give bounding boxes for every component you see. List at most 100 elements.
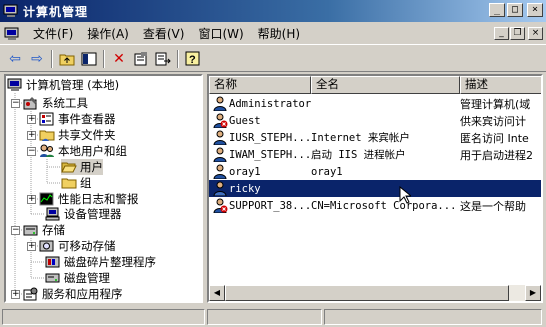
window-title: 计算机管理 <box>23 4 89 19</box>
maximize-button[interactable]: □ <box>507 3 523 17</box>
close-button[interactable]: × <box>527 3 543 17</box>
tree-item-label: 可移动存储 <box>58 239 116 253</box>
expand-toggle[interactable]: + <box>27 195 36 204</box>
local-users-groups-icon <box>39 144 55 158</box>
tree-item-label: 磁盘碎片整理程序 <box>64 255 156 269</box>
collapse-toggle[interactable]: − <box>27 147 36 156</box>
back-icon[interactable]: ⇦ <box>4 48 26 70</box>
status-panel <box>207 309 322 325</box>
table-row-selected[interactable]: ricky <box>209 180 541 197</box>
user-name: oray1 <box>229 165 261 178</box>
show-hide-tree-icon[interactable] <box>78 48 100 70</box>
device-manager-icon <box>45 207 61 221</box>
user-description: 供来宾访问计 <box>460 114 526 128</box>
mmc-document-icon[interactable] <box>4 27 20 41</box>
disk-management-icon <box>45 271 61 285</box>
tree-item-shared-folders[interactable]: 共享文件夹 <box>39 127 116 143</box>
tree-item-computer-management[interactable]: 计算机管理 (本地) <box>7 77 119 93</box>
disabled-user-icon <box>212 198 228 213</box>
tree-item-label: 系统工具 <box>42 96 88 110</box>
menu-file[interactable]: 文件(F) <box>26 25 80 42</box>
tree-item-storage[interactable]: 存储 <box>23 222 65 238</box>
tree-item-removable-storage[interactable]: 可移动存储 <box>39 238 116 254</box>
menu-bar: 文件(F) 操作(A) 查看(V) 窗口(W) 帮助(H) _ ❐ × <box>0 23 546 45</box>
tree-item-system-tools[interactable]: 系统工具 <box>23 95 88 111</box>
table-row[interactable]: Administrator 管理计算机(域 <box>209 95 541 112</box>
tree-item-label: 事件查看器 <box>58 112 116 126</box>
user-name: Guest <box>229 114 261 127</box>
tree-item-device-manager[interactable]: 设备管理器 <box>45 206 122 222</box>
table-row[interactable]: SUPPORT_38... CN=Microsoft Corpora... 这是… <box>209 197 541 214</box>
delete-icon[interactable]: ✕ <box>108 48 130 70</box>
user-full-name: Internet 来宾帐户 <box>311 132 410 144</box>
shared-folders-icon <box>39 128 55 142</box>
tree-item-groups[interactable]: 组 <box>61 175 92 191</box>
tree-item-label: 共享文件夹 <box>58 128 116 142</box>
console-tree[interactable]: 计算机管理 (本地) − 系统工具 + 事件查看器 + 共享文件夹 − 本地用户… <box>4 74 203 303</box>
menu-help[interactable]: 帮助(H) <box>251 25 307 42</box>
tree-item-event-viewer[interactable]: 事件查看器 <box>39 111 116 127</box>
user-list-view[interactable]: 名称 全名 描述 Administrator 管理计算机(域 Guest 供来宾… <box>207 74 543 303</box>
tree-item-label: 磁盘管理 <box>64 271 110 285</box>
help-icon[interactable]: ? <box>182 48 204 70</box>
list-header: 名称 全名 描述 <box>209 76 541 94</box>
user-name: ricky <box>229 182 261 195</box>
tree-item-users[interactable]: 用户 <box>61 159 103 175</box>
menu-window[interactable]: 窗口(W) <box>191 25 250 42</box>
export-list-icon[interactable] <box>152 48 174 70</box>
user-name: IUSR_STEPH... <box>229 131 311 144</box>
column-header-description[interactable]: 描述 <box>460 76 541 94</box>
scroll-right-button[interactable]: ▶ <box>525 285 541 301</box>
minimize-button[interactable]: _ <box>489 3 505 17</box>
user-name: IWAM_STEPH... <box>229 148 311 161</box>
horizontal-scrollbar[interactable]: ◀ ▶ <box>209 285 541 301</box>
tree-item-services-applications[interactable]: 服务和应用程序 <box>23 286 123 301</box>
tree-item-disk-defragmenter[interactable]: 磁盘碎片整理程序 <box>45 254 156 270</box>
column-header-full-name[interactable]: 全名 <box>311 76 460 94</box>
expand-toggle[interactable]: + <box>27 242 36 251</box>
scroll-left-button[interactable]: ◀ <box>209 285 225 301</box>
event-viewer-icon <box>39 112 55 126</box>
user-full-name: CN=Microsoft Corpora... <box>311 199 457 212</box>
toolbar-separator <box>177 49 179 68</box>
user-description: 匿名访问 Inte <box>460 131 529 145</box>
expand-toggle[interactable]: + <box>11 290 20 299</box>
mouse-cursor-icon <box>399 186 411 204</box>
user-description: 这是一个帮助 <box>460 199 526 213</box>
table-row[interactable]: Guest 供来宾访问计 <box>209 112 541 129</box>
menu-view[interactable]: 查看(V) <box>136 25 192 42</box>
mdi-restore-button[interactable]: ❐ <box>510 27 525 40</box>
collapse-toggle[interactable]: − <box>11 226 20 235</box>
tree-item-label: 本地用户和组 <box>58 144 127 158</box>
tree-item-local-users-groups[interactable]: 本地用户和组 <box>39 143 127 159</box>
tree-item-disk-management[interactable]: 磁盘管理 <box>45 270 110 286</box>
storage-icon <box>23 223 39 237</box>
collapse-toggle[interactable]: − <box>11 99 20 108</box>
toolbar: ⇦ ⇨ ✕ ? <box>0 46 546 72</box>
status-panel <box>2 309 205 325</box>
scroll-thumb[interactable] <box>225 285 509 301</box>
table-row[interactable]: IUSR_STEPH... Internet 来宾帐户 匿名访问 Inte <box>209 129 541 146</box>
expand-toggle[interactable]: + <box>27 115 36 124</box>
user-icon <box>212 130 228 145</box>
tree-item-label: 服务和应用程序 <box>42 287 123 301</box>
expand-toggle[interactable]: + <box>27 131 36 140</box>
up-level-icon[interactable] <box>56 48 78 70</box>
user-icon <box>212 164 228 179</box>
column-header-name[interactable]: 名称 <box>209 76 311 94</box>
table-row[interactable]: oray1 oray1 <box>209 163 541 180</box>
computer-management-icon <box>7 78 23 92</box>
user-name: Administrator <box>229 97 311 110</box>
table-row[interactable]: IWAM_STEPH... 启动 IIS 进程帐户 用于启动进程2 <box>209 146 541 163</box>
properties-icon[interactable] <box>130 48 152 70</box>
user-description: 管理计算机(域 <box>460 97 531 111</box>
services-apps-icon <box>23 287 39 301</box>
tree-item-performance-logs[interactable]: 性能日志和警报 <box>39 191 139 207</box>
disabled-user-icon <box>212 113 228 128</box>
forward-icon[interactable]: ⇨ <box>26 48 48 70</box>
mdi-minimize-button[interactable]: _ <box>494 27 509 40</box>
tree-item-label: 设备管理器 <box>64 207 122 221</box>
menu-action[interactable]: 操作(A) <box>80 25 136 42</box>
mdi-close-button[interactable]: × <box>528 27 543 40</box>
computer-management-icon[interactable] <box>3 3 19 19</box>
